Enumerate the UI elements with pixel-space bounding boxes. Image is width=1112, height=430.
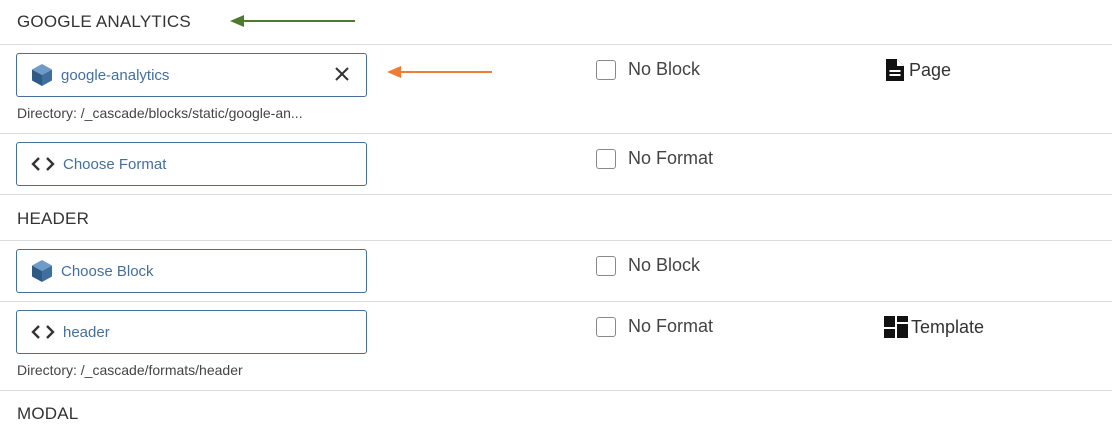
- block-chooser-value: Choose Block: [61, 262, 154, 280]
- divider: [0, 133, 1112, 134]
- checkbox-label: No Format: [628, 148, 714, 168]
- cube-icon: [29, 62, 55, 88]
- directory-path: Directory: /_cascade/formats/header: [17, 362, 243, 378]
- code-brackets-icon: [29, 322, 57, 342]
- page-document-icon: [884, 58, 906, 82]
- annotation-orange-arrow: [387, 66, 492, 78]
- checkbox-box[interactable]: [596, 255, 616, 276]
- checkbox-box[interactable]: [596, 59, 616, 80]
- cube-icon: [29, 258, 55, 284]
- directory-path: Directory: /_cascade/blocks/static/googl…: [17, 105, 303, 121]
- no-block-checkbox[interactable]: No Block: [596, 59, 700, 80]
- source-page: Page: [884, 58, 951, 82]
- divider: [0, 390, 1112, 391]
- format-chooser-value: header: [63, 323, 110, 341]
- divider: [0, 240, 1112, 241]
- checkbox-box[interactable]: [596, 316, 616, 337]
- checkbox-label: No Block: [628, 255, 701, 275]
- divider: [0, 301, 1112, 302]
- block-chooser-header[interactable]: Choose Block: [16, 249, 367, 293]
- format-chooser-value: Choose Format: [63, 155, 167, 173]
- source-label: Template: [911, 316, 985, 337]
- no-format-checkbox[interactable]: No Format: [596, 148, 713, 169]
- source-template: Template: [884, 315, 984, 339]
- format-chooser[interactable]: Choose Format: [16, 142, 367, 186]
- section-title-google-analytics: GOOGLE ANALYTICS: [17, 12, 191, 31]
- section-title-header: HEADER: [17, 209, 90, 228]
- template-grid-icon: [884, 315, 908, 339]
- checkbox-box[interactable]: [596, 148, 616, 169]
- annotation-green-arrow: [230, 15, 355, 27]
- divider: [0, 194, 1112, 195]
- code-brackets-icon: [29, 154, 57, 174]
- no-block-checkbox[interactable]: No Block: [596, 255, 700, 276]
- block-chooser-value: google-analytics: [61, 66, 170, 84]
- no-format-checkbox[interactable]: No Format: [596, 316, 713, 337]
- checkbox-label: No Block: [628, 59, 701, 79]
- divider: [0, 44, 1112, 45]
- source-label: Page: [909, 59, 952, 80]
- section-title-modal: MODAL: [17, 404, 79, 423]
- format-chooser-header[interactable]: header: [16, 310, 367, 354]
- close-icon[interactable]: [332, 64, 352, 84]
- block-chooser-google-analytics[interactable]: google-analytics: [16, 53, 367, 97]
- checkbox-label: No Format: [628, 316, 714, 336]
